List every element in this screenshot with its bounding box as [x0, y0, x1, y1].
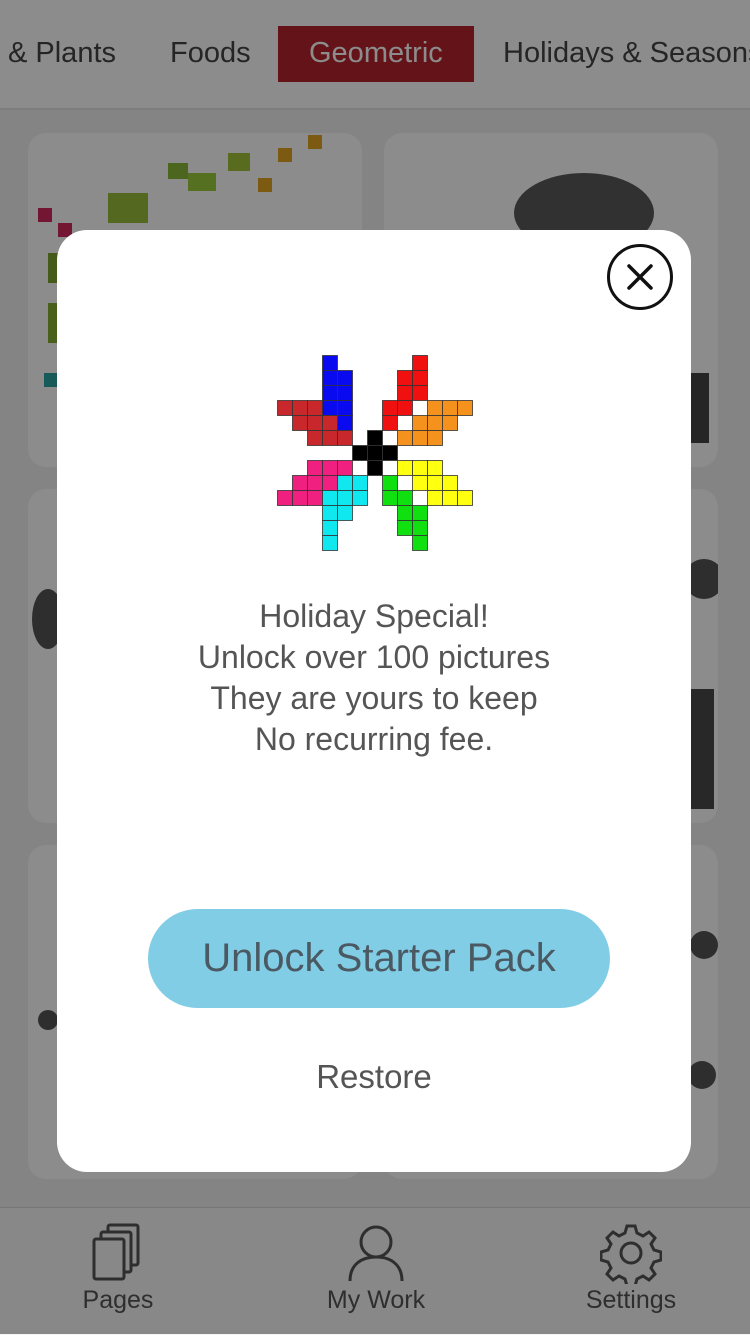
logo-pixel [457, 400, 473, 416]
logo-pixel [427, 490, 443, 506]
logo-pixel [337, 490, 353, 506]
logo-pixel [307, 415, 323, 431]
logo-pixel [337, 460, 353, 476]
logo-pixel [322, 370, 338, 386]
logo-pixel [397, 385, 413, 401]
close-button[interactable] [607, 244, 673, 310]
logo-pixel [412, 430, 428, 446]
logo-pixel [322, 490, 338, 506]
promo-line-1: Holiday Special! [259, 598, 489, 634]
logo-pixel [427, 475, 443, 491]
logo-pixel [322, 400, 338, 416]
logo-pixel [337, 505, 353, 521]
logo-pixel [322, 535, 338, 551]
logo-pixel [337, 415, 353, 431]
logo-pixel [427, 400, 443, 416]
logo-pixel [277, 400, 293, 416]
logo-pixel [397, 430, 413, 446]
unlock-starter-pack-button[interactable]: Unlock Starter Pack [148, 909, 610, 1008]
logo-pixel [427, 460, 443, 476]
promo-message: Holiday Special! Unlock over 100 picture… [57, 596, 691, 760]
restore-button[interactable]: Restore [57, 1058, 691, 1096]
logo-pixel [382, 490, 398, 506]
logo-pixel [442, 400, 458, 416]
logo-pixel [412, 475, 428, 491]
logo-pixel [397, 400, 413, 416]
logo-pixel [412, 520, 428, 536]
logo-pixel [442, 475, 458, 491]
logo-pixel [382, 475, 398, 491]
promo-line-4: No recurring fee. [254, 721, 494, 757]
logo-pixel [337, 475, 353, 491]
logo-pixel [322, 415, 338, 431]
logo-pixel [382, 400, 398, 416]
logo-pixel [322, 475, 338, 491]
logo-pixel [457, 490, 473, 506]
logo-pixel [322, 430, 338, 446]
logo-pixel [307, 490, 323, 506]
logo-pixel [322, 460, 338, 476]
logo-pixel [307, 400, 323, 416]
logo-pixel [382, 415, 398, 431]
pixel-star-logo [277, 355, 473, 551]
logo-pixel [337, 370, 353, 386]
logo-pixel [292, 415, 308, 431]
promo-line-3: They are yours to keep [210, 680, 538, 716]
logo-pixel [412, 535, 428, 551]
purchase-modal: Holiday Special! Unlock over 100 picture… [57, 230, 691, 1172]
logo-pixel [307, 475, 323, 491]
logo-pixel [307, 430, 323, 446]
logo-pixel [397, 490, 413, 506]
logo-pixel [442, 490, 458, 506]
promo-line-2: Unlock over 100 pictures [197, 639, 551, 675]
logo-pixel [427, 415, 443, 431]
logo-pixel [367, 430, 383, 446]
logo-pixel [412, 355, 428, 371]
logo-pixel [337, 400, 353, 416]
logo-pixel [412, 505, 428, 521]
logo-pixel [337, 430, 353, 446]
logo-pixel [397, 505, 413, 521]
logo-pixel [352, 490, 368, 506]
logo-pixel [367, 460, 383, 476]
logo-pixel [322, 385, 338, 401]
logo-pixel [397, 370, 413, 386]
logo-pixel [322, 520, 338, 536]
logo-pixel [292, 490, 308, 506]
logo-pixel [412, 370, 428, 386]
logo-pixel [337, 385, 353, 401]
logo-pixel [322, 355, 338, 371]
logo-pixel [292, 475, 308, 491]
logo-pixel [352, 475, 368, 491]
logo-pixel [292, 400, 308, 416]
logo-pixel [427, 430, 443, 446]
logo-pixel [412, 415, 428, 431]
logo-pixel [442, 415, 458, 431]
close-icon [627, 264, 653, 290]
logo-pixel [412, 460, 428, 476]
logo-pixel [322, 505, 338, 521]
logo-pixel [307, 460, 323, 476]
logo-pixel [397, 460, 413, 476]
logo-pixel [382, 445, 398, 461]
logo-pixel [277, 490, 293, 506]
logo-pixel [367, 445, 383, 461]
logo-pixel [352, 445, 368, 461]
logo-pixel [397, 520, 413, 536]
logo-pixel [412, 385, 428, 401]
